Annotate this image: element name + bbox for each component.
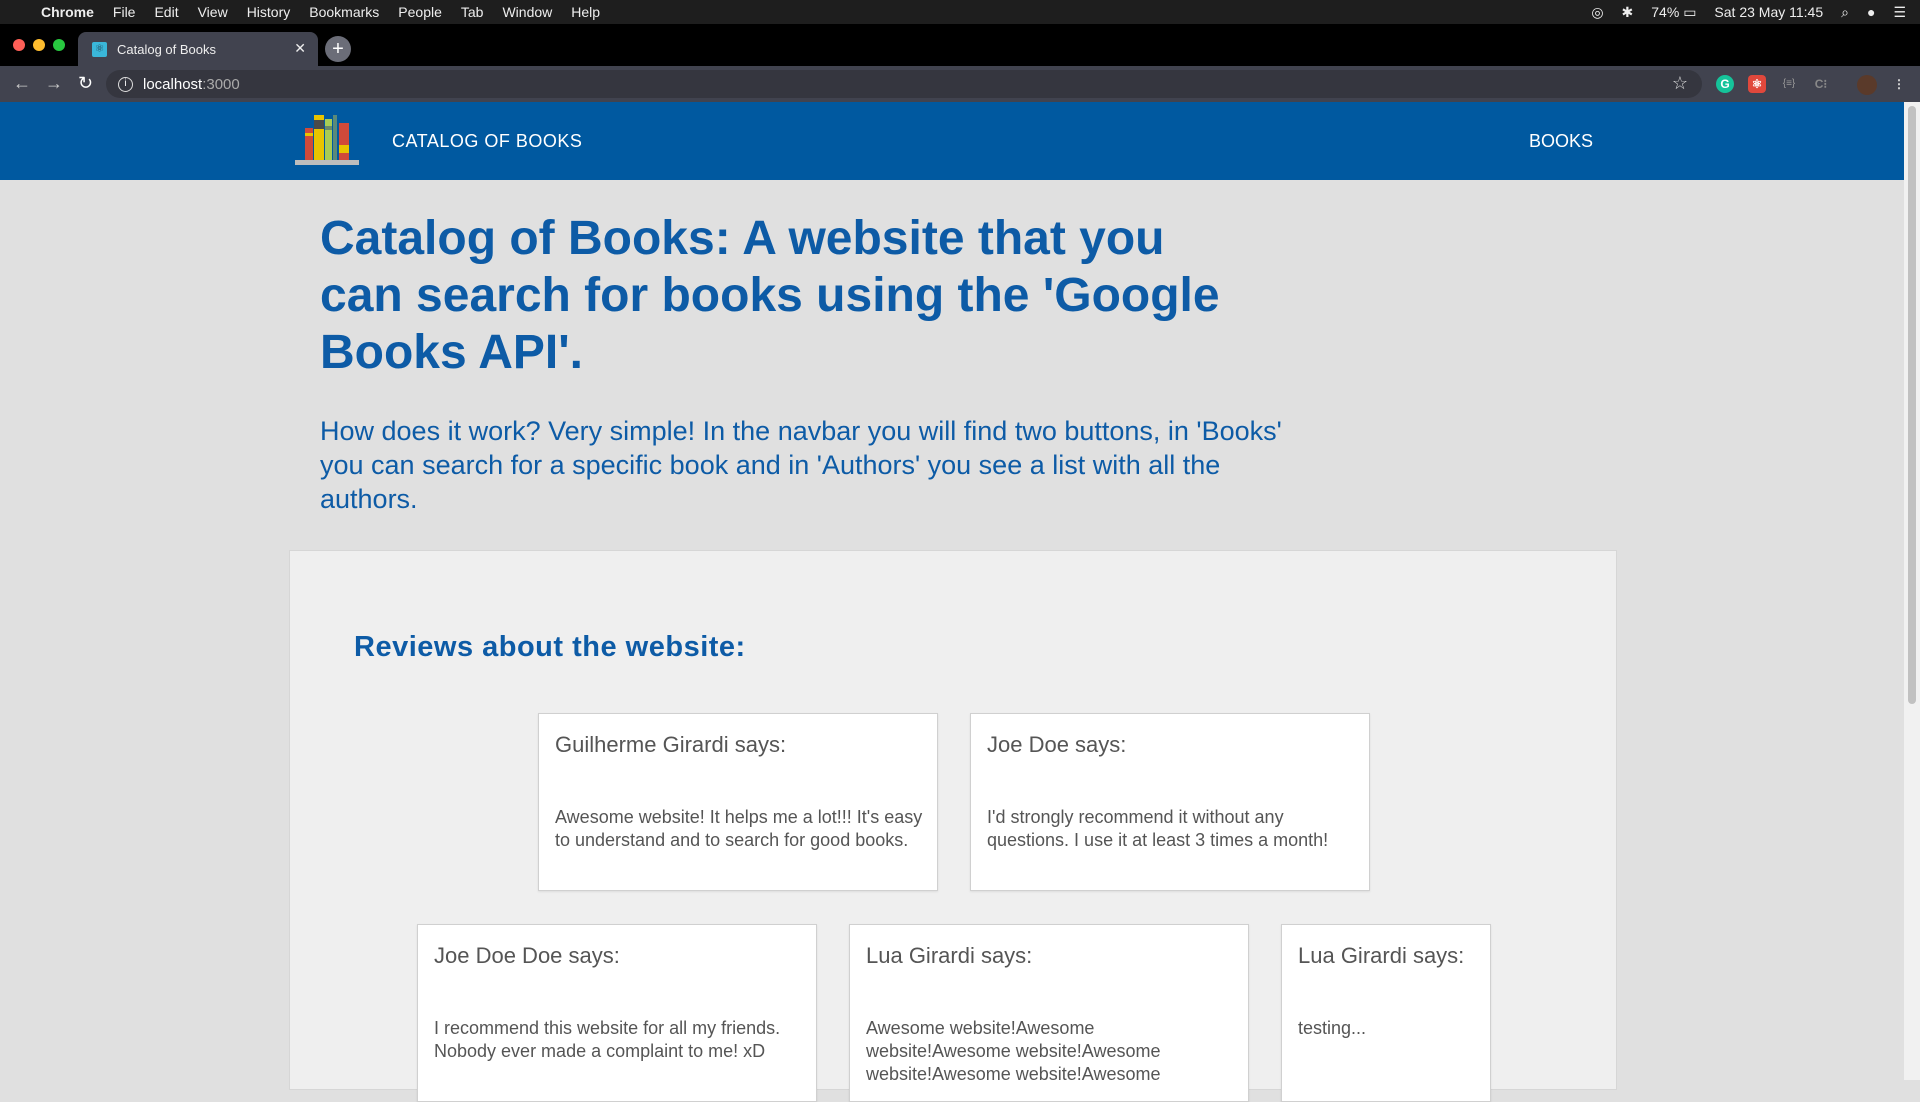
review-text: Awesome website!Awesome website!Awesome … <box>866 1018 1161 1084</box>
close-tab-icon[interactable]: ✕ <box>294 40 306 57</box>
review-author: Joe Doe Doe says: <box>434 943 620 968</box>
bookmark-star-icon[interactable]: ☆ <box>1672 73 1688 94</box>
review-text: I'd strongly recommend it without any qu… <box>987 807 1329 850</box>
hero-title: Catalog of Books: A website that you can… <box>320 212 1220 379</box>
forward-icon[interactable]: → <box>45 73 63 94</box>
notification-center-icon[interactable]: ☰ <box>1893 4 1906 21</box>
menu-bookmarks[interactable]: Bookmarks <box>309 4 379 20</box>
menu-help[interactable]: Help <box>571 4 600 20</box>
close-window-button[interactable] <box>13 39 25 51</box>
spotlight-search-icon[interactable]: ⌕ <box>1841 4 1849 21</box>
creative-cloud-icon[interactable]: ◎ <box>1591 4 1603 21</box>
grammarly-extension-icon[interactable]: G <box>1716 75 1734 93</box>
profile-avatar[interactable] <box>1857 75 1877 95</box>
info-icon[interactable]: i <box>118 76 133 92</box>
menu-history[interactable]: History <box>247 4 291 20</box>
review-author: Lua Girardi says: <box>1298 943 1465 968</box>
review-card: Lua Girardi says: Awesome website!Awesom… <box>849 924 1249 1102</box>
brand-link[interactable]: CATALOG OF BOOKS <box>392 131 582 152</box>
hero-description: How does it work? Very simple! In the na… <box>320 416 1282 514</box>
reviews-title: Reviews about the website: <box>354 631 746 663</box>
reload-icon[interactable]: ↻ <box>78 73 93 94</box>
books-logo-icon[interactable] <box>295 114 361 169</box>
reviews-panel: Reviews about the website: Guilherme Gir… <box>289 550 1617 1102</box>
review-text: Awesome website! It helps me a lot!!! It… <box>555 807 923 850</box>
review-author: Lua Girardi says: <box>866 943 1033 968</box>
address-bar[interactable]: i localhost:3000 ☆ <box>106 70 1702 98</box>
review-card: Joe Doe says: I'd strongly recommend it … <box>970 713 1370 891</box>
react-devtools-extension-icon[interactable]: ⚛ <box>1748 75 1766 93</box>
review-text: I recommend this website for all my frie… <box>434 1018 781 1061</box>
browser-toolbar: ← → ↻ i localhost:3000 ☆ G ⚛ {≡} C⁝ ⋮ <box>0 66 1920 102</box>
battery-icon[interactable]: ▭ <box>1683 4 1696 20</box>
scrollbar-thumb[interactable] <box>1908 106 1916 704</box>
bluetooth-icon[interactable]: ✱ <box>1622 4 1634 21</box>
url-port: :3000 <box>202 75 240 93</box>
json-extension-icon[interactable]: {≡} <box>1780 75 1798 93</box>
review-card: Lua Girardi says: testing... <box>1281 924 1491 1102</box>
review-text: testing... <box>1298 1018 1367 1038</box>
minimize-window-button[interactable] <box>33 39 45 51</box>
react-favicon-icon: ⚛ <box>92 41 107 57</box>
site-navbar: CATALOG OF BOOKS BOOKS <box>0 102 1904 180</box>
battery-percent: 74% <box>1651 3 1680 20</box>
chrome-menu-icon[interactable]: ⋮ <box>1890 75 1908 93</box>
browser-tab[interactable]: ⚛ Catalog of Books ✕ <box>78 32 318 66</box>
menu-window[interactable]: Window <box>502 4 552 20</box>
url-host: localhost <box>143 75 203 93</box>
menu-edit[interactable]: Edit <box>154 4 178 20</box>
siri-icon[interactable]: ● <box>1867 4 1875 20</box>
menu-view[interactable]: View <box>198 4 228 20</box>
review-author: Guilherme Girardi says: <box>555 732 787 757</box>
maximize-window-button[interactable] <box>53 39 65 51</box>
page-scrollbar[interactable] <box>1904 102 1920 1080</box>
tab-title: Catalog of Books <box>117 41 217 57</box>
menu-people[interactable]: People <box>398 4 442 20</box>
menu-file[interactable]: File <box>113 4 136 20</box>
review-author: Joe Doe says: <box>987 732 1127 757</box>
nav-books-link[interactable]: BOOKS <box>1529 131 1593 152</box>
menu-app-name[interactable]: Chrome <box>41 4 94 20</box>
c-extension-icon[interactable]: C⁝ <box>1812 75 1830 93</box>
review-card: Joe Doe Doe says: I recommend this websi… <box>417 924 817 1102</box>
back-icon[interactable]: ← <box>13 73 31 94</box>
tab-strip: ⚛ Catalog of Books ✕ + <box>0 24 1920 66</box>
new-tab-button[interactable]: + <box>325 36 351 62</box>
menu-tab[interactable]: Tab <box>461 4 484 20</box>
macos-menubar: Chrome File Edit View History Bookmarks … <box>0 0 1920 24</box>
review-card: Guilherme Girardi says: Awesome website!… <box>538 713 938 891</box>
clock[interactable]: Sat 23 May 11:45 <box>1714 4 1823 20</box>
